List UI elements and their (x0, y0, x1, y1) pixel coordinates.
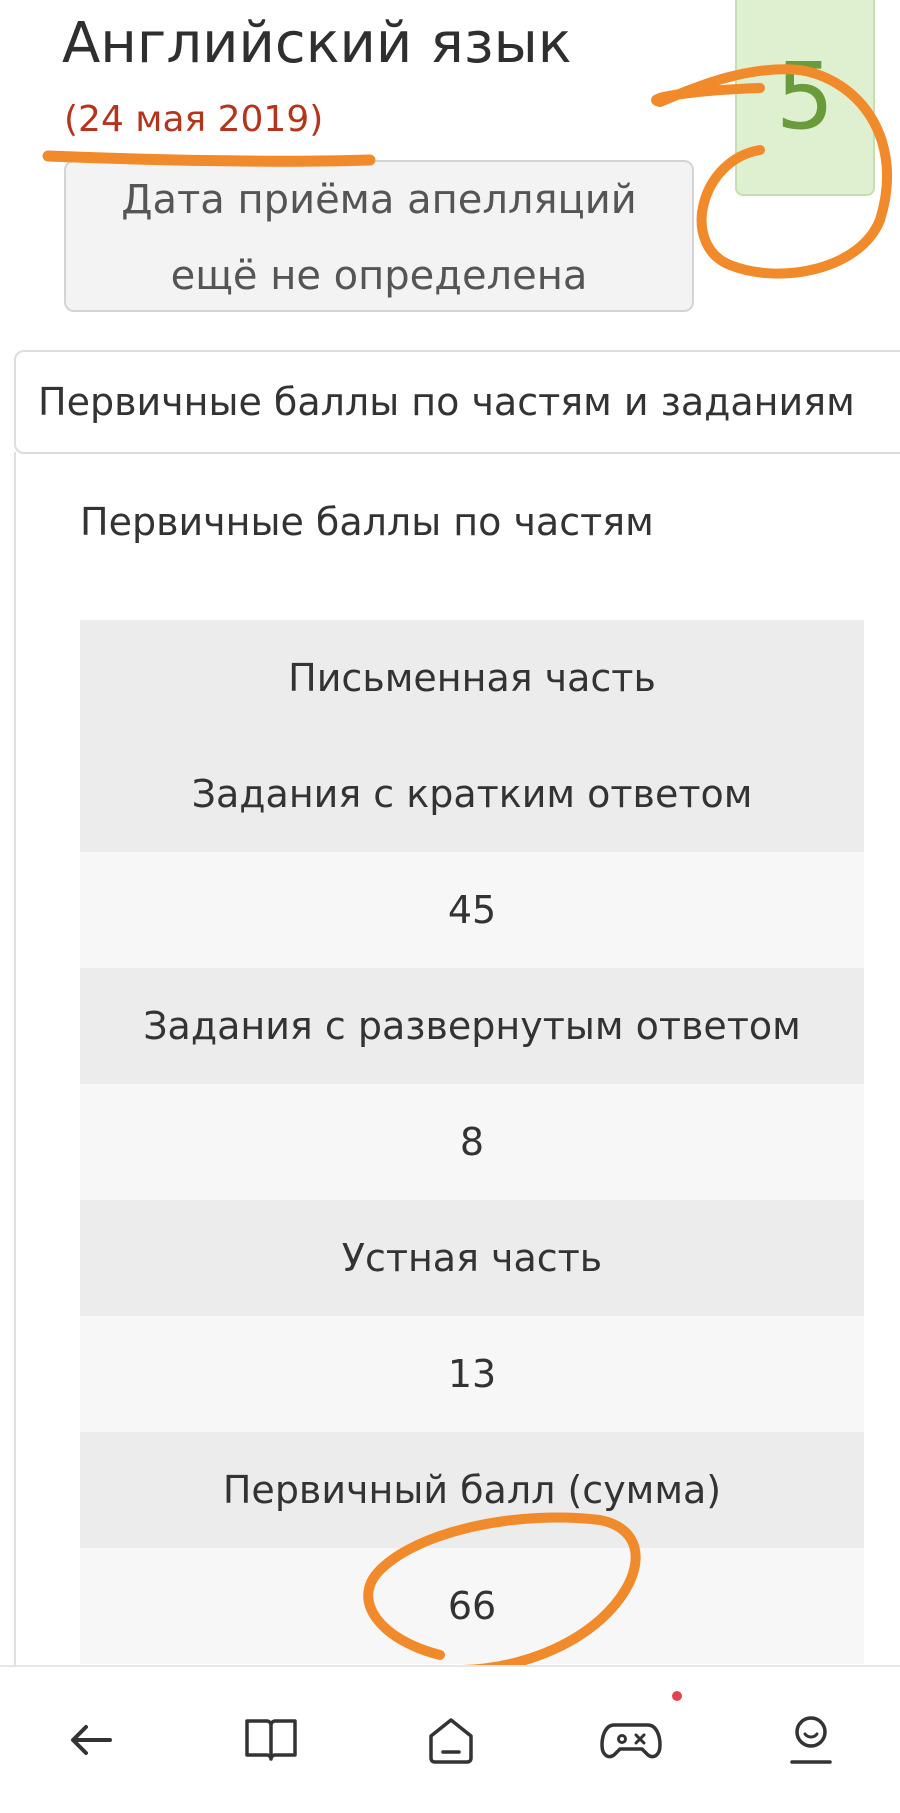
back-arrow-icon[interactable] (56, 1705, 126, 1775)
table-row: Задания с кратким ответом (80, 736, 864, 852)
exam-date: (24 мая 2019) (64, 99, 324, 140)
scores-table: Письменная часть Задания с кратким ответ… (80, 620, 864, 1664)
table-row: Первичный балл (сумма) (80, 1432, 864, 1548)
table-row: 13 (80, 1316, 864, 1432)
table-row: Устная часть (80, 1200, 864, 1316)
subject-title: Английский язык (62, 11, 572, 76)
section-header-scores[interactable]: Первичные баллы по частям и заданиям (14, 350, 900, 454)
gamepad-icon[interactable] (596, 1705, 666, 1775)
appeal-status-line-2: ещё не определена (170, 253, 588, 299)
notification-dot (672, 1691, 682, 1701)
scores-subheading: Первичные баллы по частям (80, 500, 654, 544)
table-row: Письменная часть (80, 620, 864, 736)
table-row: 8 (80, 1084, 864, 1200)
profile-icon[interactable] (776, 1705, 846, 1775)
bottom-navigation (0, 1665, 900, 1813)
table-row: Задания с развернутым ответом (80, 968, 864, 1084)
home-icon[interactable] (416, 1705, 486, 1775)
table-row: 45 (80, 852, 864, 968)
table-row: 66 (80, 1548, 864, 1664)
appeal-status-line-1: Дата приёма апелляций (121, 177, 637, 223)
appeal-status-box: Дата приёма апелляций ещё не определена (64, 160, 694, 312)
exam-result-page: Английский язык (24 мая 2019) Дата приём… (0, 0, 900, 1813)
grade-badge: 5 (735, 0, 875, 196)
book-icon[interactable] (236, 1705, 306, 1775)
